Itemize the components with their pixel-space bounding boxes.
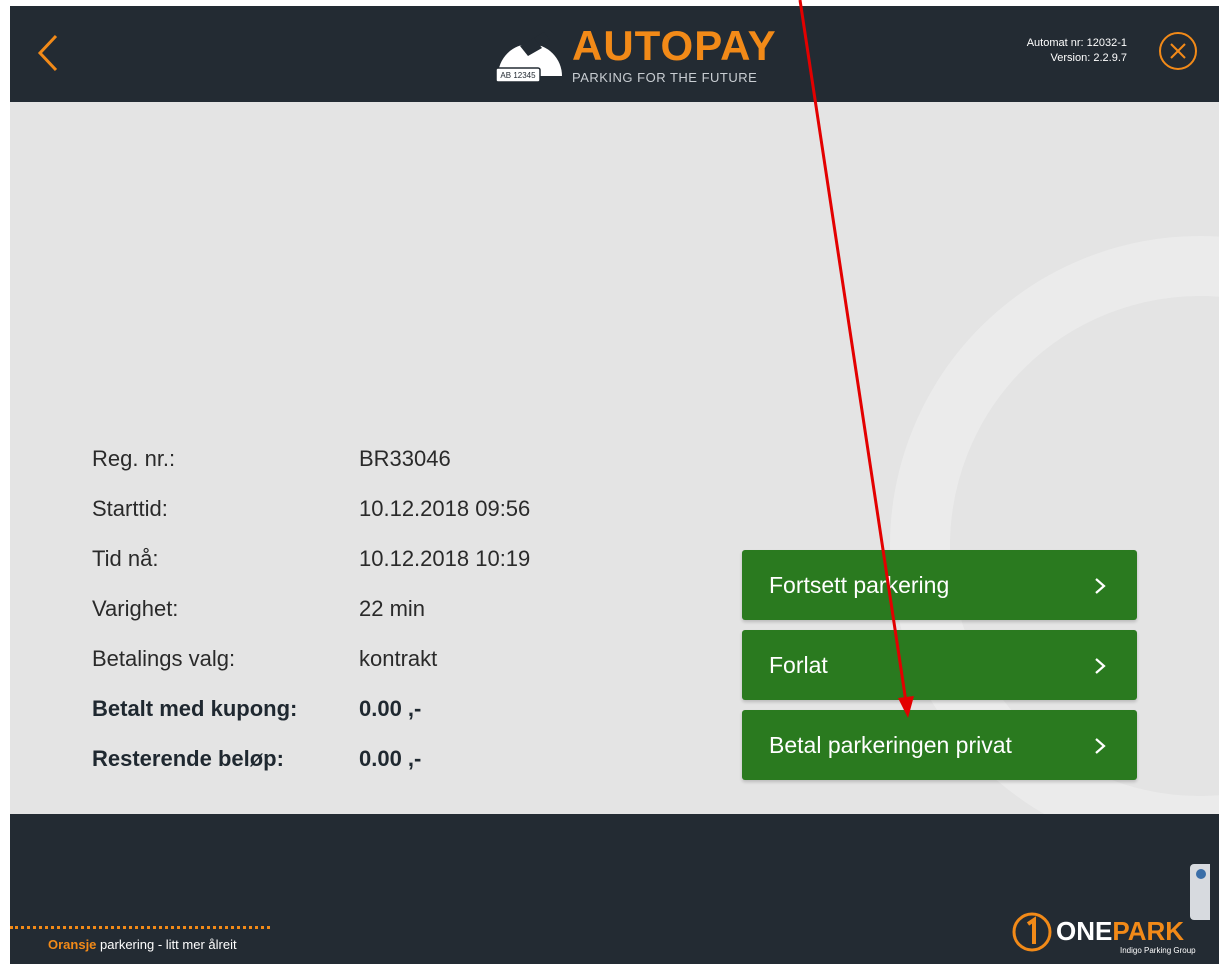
detail-label: Betalt med kupong:	[92, 696, 298, 721]
onepark-logo: ONEPARK Indigo Parking Group	[1010, 910, 1210, 962]
close-button[interactable]	[1157, 30, 1199, 72]
detail-label: Starttid:	[92, 496, 168, 521]
machine-info: Automat nr: 12032-1 Version: 2.2.9.7	[1027, 36, 1127, 66]
detail-label: Resterende beløp:	[92, 746, 284, 771]
autopay-logo: AB 12345 AUTOPAY PARKING FOR THE FUTURE	[490, 24, 776, 90]
detail-row-betalt-med-kupong: Betalt med kupong: 0.00 ,-	[92, 696, 652, 746]
software-version: Version: 2.2.9.7	[1050, 52, 1127, 64]
detail-value: 22 min	[359, 596, 426, 621]
detail-value: 0.00 ,-	[359, 696, 422, 721]
leave-button[interactable]: Forlat	[742, 630, 1137, 700]
back-button[interactable]	[30, 28, 70, 78]
detail-value: BR33046	[359, 446, 451, 471]
side-tab-icon	[1196, 869, 1206, 879]
detail-value: 10.12.2018 10:19	[359, 546, 531, 571]
onepark-emblem-icon	[1012, 912, 1052, 952]
chevron-right-icon	[1095, 578, 1106, 594]
button-label: Betal parkeringen privat	[769, 732, 1012, 758]
logo-park: PARK	[1112, 916, 1185, 946]
continue-parking-button[interactable]: Fortsett parkering	[742, 550, 1137, 620]
detail-label: Varighet:	[92, 596, 179, 621]
slogan-accent: Oransje	[48, 937, 97, 952]
header-bar: AB 12345 AUTOPAY PARKING FOR THE FUTURE …	[10, 6, 1219, 102]
button-label: Forlat	[769, 652, 828, 678]
close-circle-icon	[1159, 32, 1197, 70]
detail-row-varighet: Varighet: 22 min	[92, 596, 652, 646]
onepark-subtitle: Indigo Parking Group	[1120, 946, 1196, 955]
detail-value: kontrakt	[359, 646, 438, 671]
footer-bar: Oransje parkering - litt mer ålreit ONEP…	[10, 814, 1219, 964]
detail-row-reg-nr: Reg. nr.: BR33046	[92, 446, 652, 496]
slogan-text: parkering - litt mer ålreit	[96, 937, 237, 952]
detail-label: Betalings valg:	[92, 646, 236, 671]
detail-value: 0.00 ,-	[359, 746, 422, 771]
license-plate-text: AB 12345	[500, 71, 536, 80]
detail-row-betalings-valg: Betalings valg: kontrakt	[92, 646, 652, 696]
chevron-right-icon	[1095, 738, 1106, 754]
onepark-wordmark: ONEPARK	[1056, 916, 1184, 947]
action-buttons: Fortsett parkering Forlat Betal parkerin…	[742, 550, 1137, 790]
chevron-right-icon	[1095, 658, 1106, 674]
parking-details: Reg. nr.: BR33046 Starttid: 10.12.2018 0…	[92, 446, 652, 796]
detail-value: 10.12.2018 09:56	[359, 496, 531, 521]
brand-tagline: PARKING FOR THE FUTURE	[572, 70, 758, 85]
kiosk-screen: AB 12345 AUTOPAY PARKING FOR THE FUTURE …	[10, 6, 1219, 964]
detail-label: Reg. nr.:	[92, 446, 176, 471]
detail-label: Tid nå:	[92, 546, 159, 571]
button-label: Fortsett parkering	[769, 572, 950, 598]
brand-name: AUTOPAY	[572, 22, 777, 69]
chevron-left-icon	[37, 34, 58, 72]
detail-row-starttid: Starttid: 10.12.2018 09:56	[92, 496, 652, 546]
pay-privately-button[interactable]: Betal parkeringen privat	[742, 710, 1137, 780]
detail-row-resterende-belop: Resterende beløp: 0.00 ,-	[92, 746, 652, 796]
footer-slogan: Oransje parkering - litt mer ålreit	[48, 937, 237, 952]
detail-row-tid-naa: Tid nå: 10.12.2018 10:19	[92, 546, 652, 596]
machine-number: Automat nr: 12032-1	[1026, 37, 1127, 49]
car-camera-icon: AB 12345	[495, 32, 562, 83]
dotted-divider	[10, 926, 270, 929]
logo-one: ONE	[1056, 916, 1113, 946]
side-tab-handle[interactable]	[1190, 864, 1210, 920]
